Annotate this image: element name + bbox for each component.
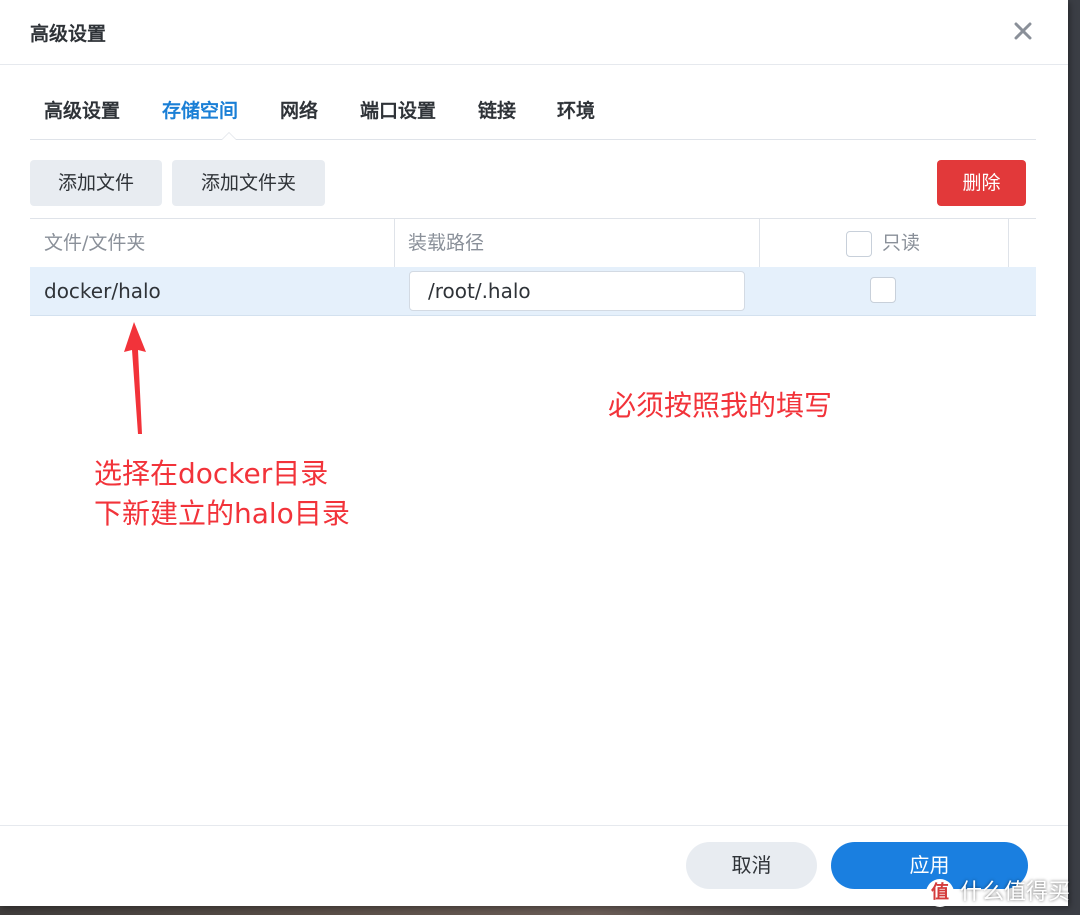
tab-port-settings[interactable]: 端口设置: [360, 96, 436, 123]
column-divider: [759, 219, 760, 267]
annotation-select-line2: 下新建立的halo目录: [94, 497, 350, 530]
delete-button[interactable]: 删除: [937, 160, 1026, 206]
mount-path-input[interactable]: /root/.halo: [409, 271, 745, 311]
tab-environment[interactable]: 环境: [557, 96, 595, 123]
dialog-title: 高级设置: [30, 23, 107, 45]
cell-file-folder: docker/halo: [44, 279, 161, 303]
table-row[interactable]: docker/halo /root/.halo: [30, 267, 1036, 316]
cancel-button[interactable]: 取消: [686, 842, 817, 889]
watermark-text: 什么值得买: [959, 880, 1070, 905]
read-only-checkbox[interactable]: [870, 277, 896, 303]
volume-table: 文件/文件夹 装载路径 只读 docker/halo /root/.halo: [30, 218, 1036, 316]
column-divider: [1008, 219, 1009, 267]
annotation-arrow-icon: [124, 322, 146, 434]
header-mount-path: 装载路径: [408, 232, 485, 254]
header-file-folder: 文件/文件夹: [44, 232, 146, 254]
tab-network[interactable]: 网络: [280, 96, 318, 123]
tab-storage[interactable]: 存储空间: [162, 96, 238, 123]
column-divider: [394, 219, 395, 267]
annotation-must-fill: 必须按照我的填写: [608, 389, 833, 422]
close-button[interactable]: [1008, 16, 1038, 46]
table-header: 文件/文件夹 装载路径 只读: [30, 218, 1036, 268]
annotation-select-line1: 选择在docker目录: [94, 457, 329, 490]
close-icon: [1014, 22, 1032, 40]
tab-advanced-settings[interactable]: 高级设置: [44, 96, 120, 123]
dialog-header: 高级设置: [0, 0, 1068, 65]
header-read-only: 只读: [882, 232, 921, 254]
tab-links[interactable]: 链接: [478, 96, 516, 123]
add-file-button[interactable]: 添加文件: [30, 160, 162, 206]
watermark-logo-icon: 值: [925, 879, 954, 907]
dialog-footer: 取消 应用: [0, 825, 1068, 907]
read-only-select-all-checkbox[interactable]: [846, 231, 872, 257]
tab-bar: 高级设置 存储空间 网络 端口设置 链接 环境: [30, 64, 1036, 140]
advanced-settings-dialog: 高级设置 高级设置 存储空间 网络 端口设置 链接 环境 添加文件 添加文件夹 …: [0, 0, 1068, 906]
active-tab-indicator: [221, 132, 237, 140]
watermark: 值什么值得买: [925, 874, 1070, 907]
add-folder-button[interactable]: 添加文件夹: [172, 160, 325, 206]
